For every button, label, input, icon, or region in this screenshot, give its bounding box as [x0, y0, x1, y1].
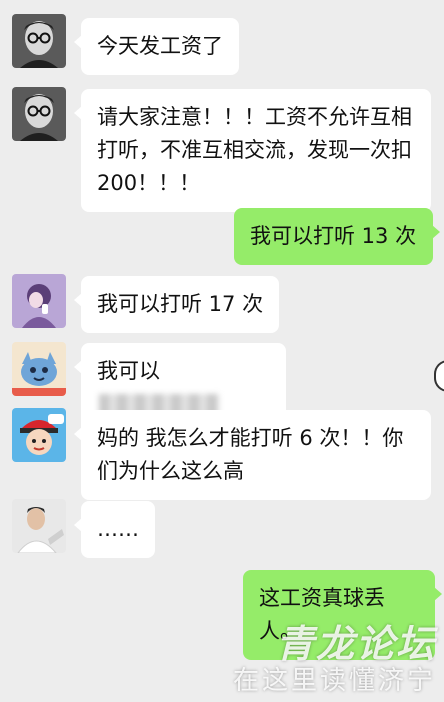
message-text: 我可以打听 17 次 [97, 292, 264, 316]
avatar[interactable] [12, 342, 66, 396]
message-text: 我可以 [97, 359, 160, 383]
message-bubble[interactable]: 今天发工资了 [74, 18, 239, 75]
photo-young-man-icon [12, 499, 66, 553]
message-bubble[interactable]: 我可以打听 17 次 [73, 276, 280, 333]
message-text: 妈的 我怎么才能打听 6 次！！你们为什么这么高 [97, 426, 404, 483]
message-bubble[interactable]: 这工资真球丢人。 [243, 570, 442, 660]
message-bubble[interactable]: 妈的 我怎么才能打听 6 次！！你们为什么这么高 [74, 410, 431, 500]
message-text: …… [97, 517, 139, 541]
portrait-man-glasses-icon [12, 14, 66, 68]
message-text: 这工资真球丢人。 [259, 586, 385, 643]
message-text: 我可以打听 13 次 [250, 224, 417, 248]
message-text: 今天发工资了 [97, 34, 223, 58]
edge-handle-icon [434, 360, 444, 392]
avatar[interactable] [12, 408, 66, 462]
avatar[interactable] [12, 14, 66, 68]
purple-cartoon-girl-icon [12, 274, 66, 328]
message-bubble[interactable]: 请大家注意！！！工资不允许互相打听，不准互相交流，发现一次扣200！！！ [74, 89, 431, 212]
message-bubble[interactable]: 我可以打听 13 次 [234, 208, 440, 265]
avatar[interactable] [12, 499, 66, 553]
blue-cartoon-creature-icon [12, 342, 66, 396]
message-text: 请大家注意！！！工资不允许互相打听，不准互相交流，发现一次扣200！！！ [97, 105, 412, 195]
avatar[interactable] [12, 274, 66, 328]
portrait-man-glasses-icon [12, 87, 66, 141]
cartoon-boy-red-hat-icon [12, 408, 66, 462]
avatar[interactable] [12, 87, 66, 141]
message-bubble[interactable]: …… [74, 501, 155, 558]
watermark-subtitle: 在这里读懂济宁 [232, 666, 436, 696]
